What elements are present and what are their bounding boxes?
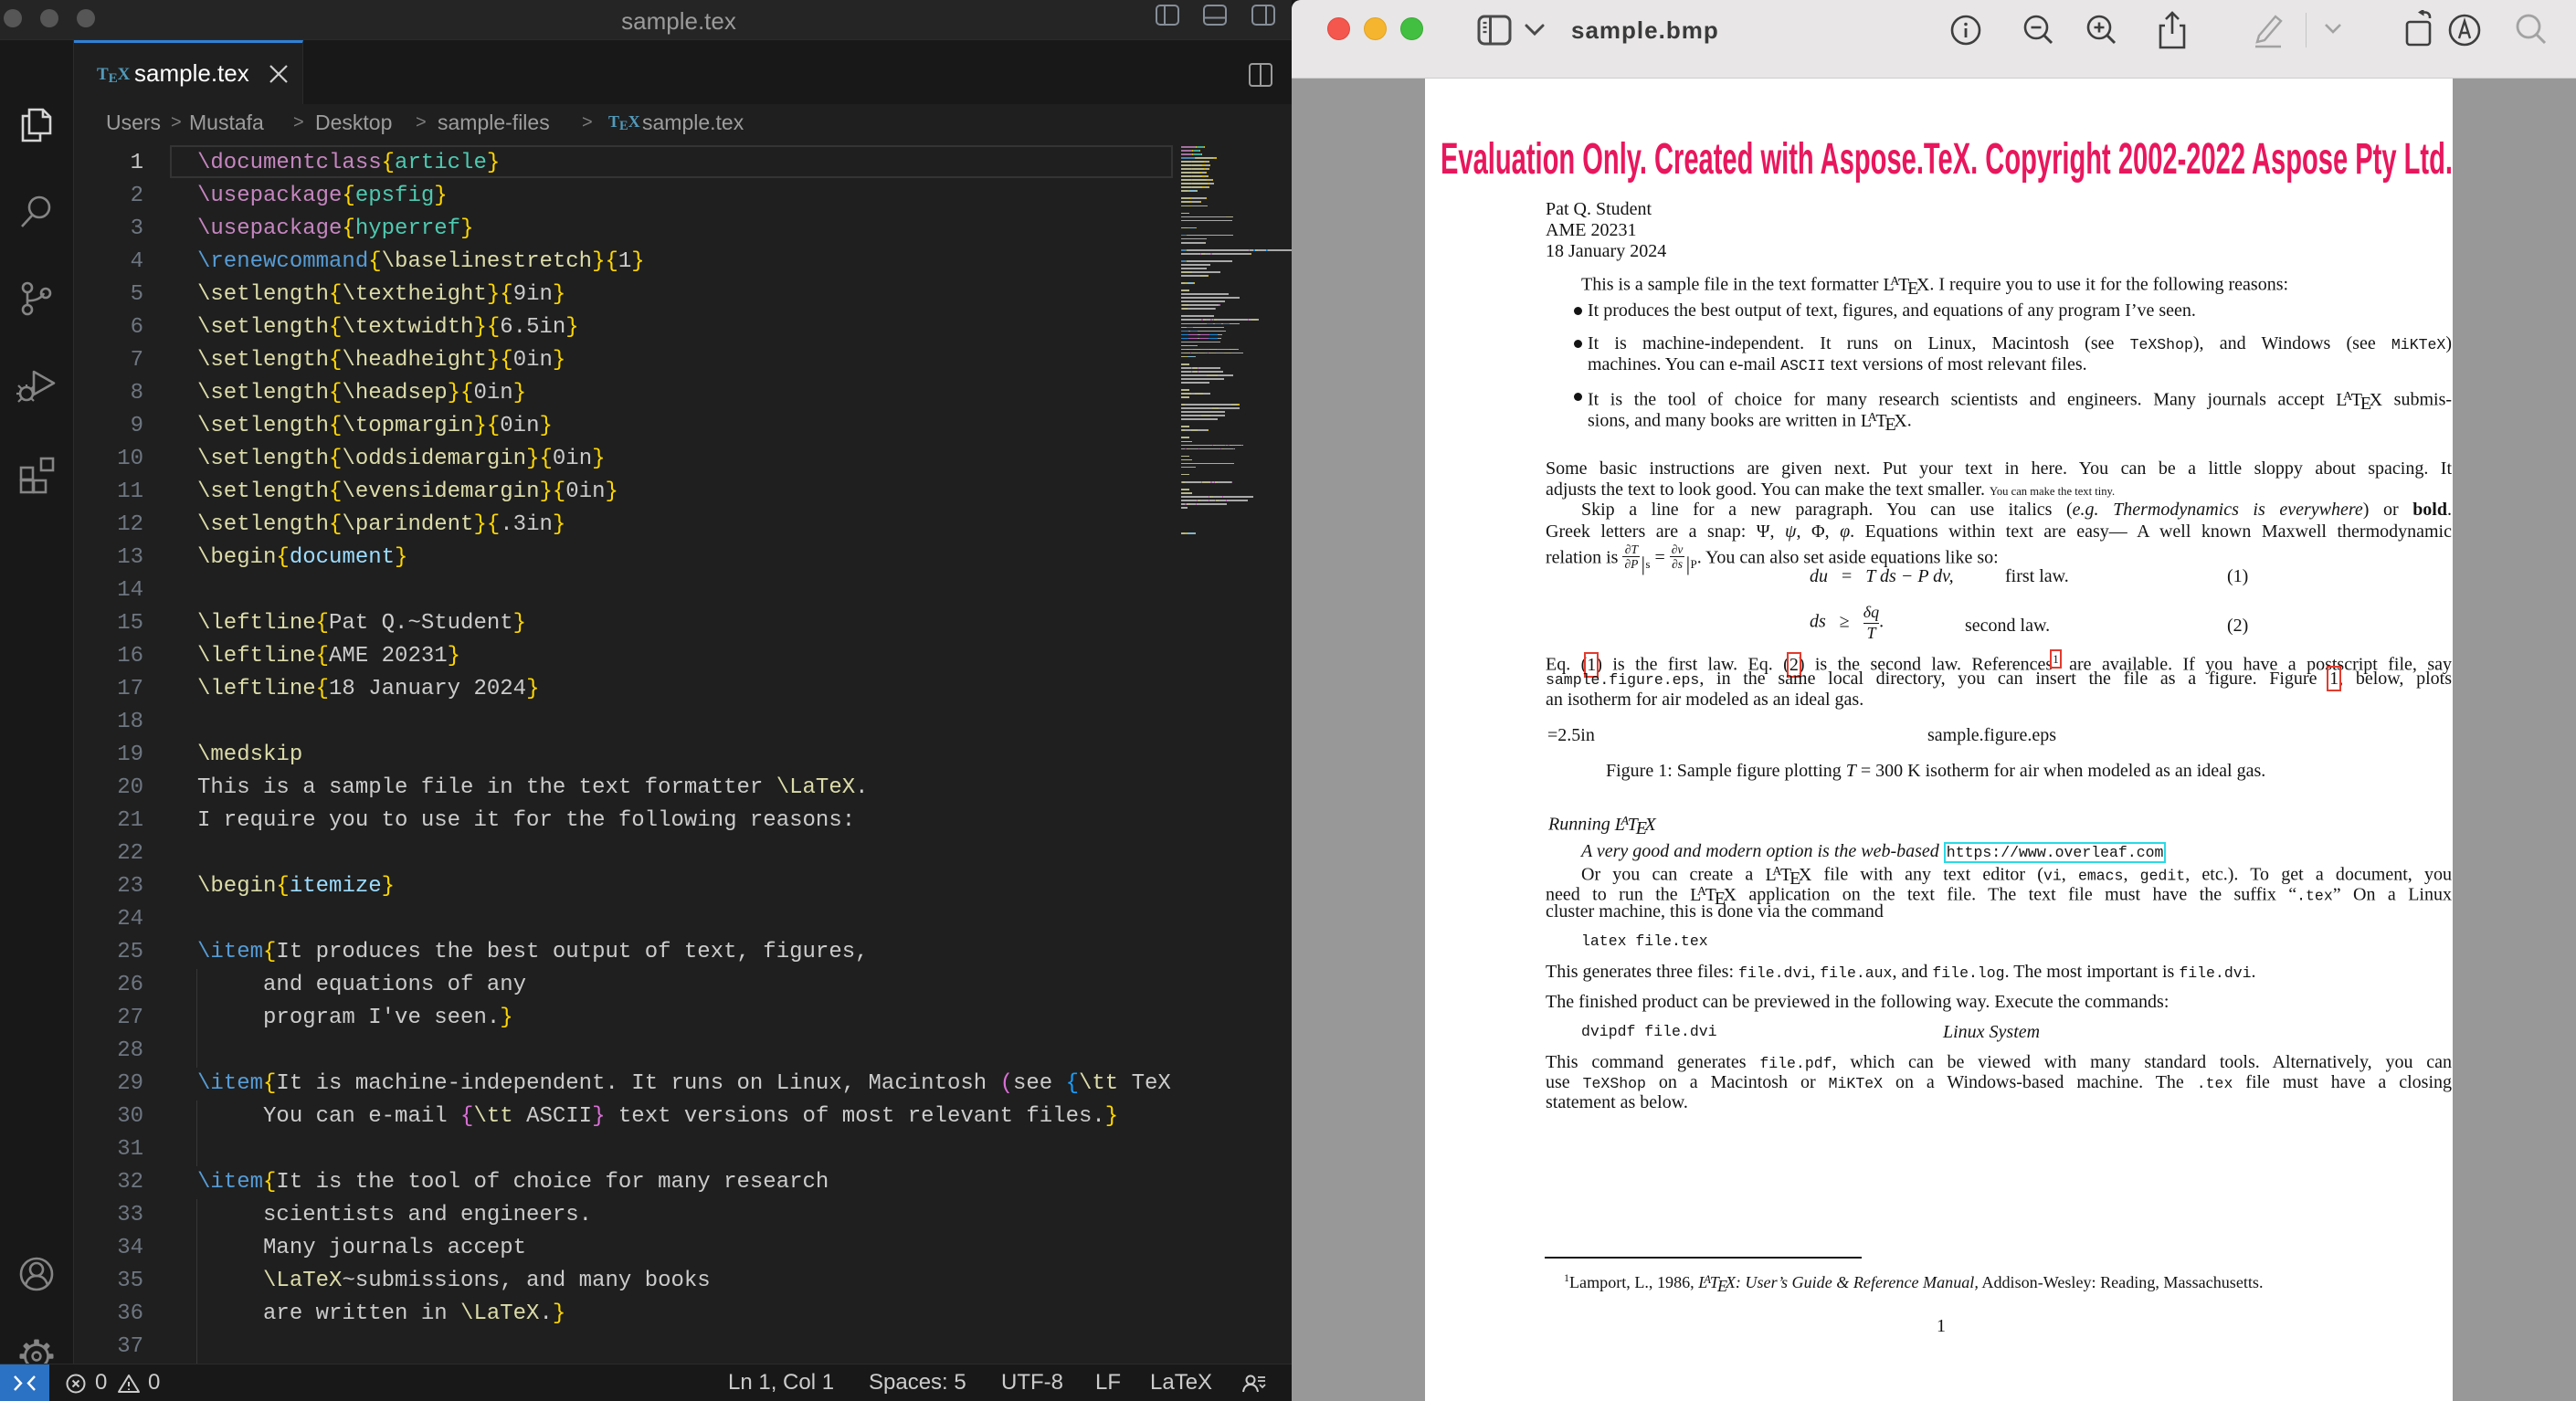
svg-text:Evaluation Only. Created with: Evaluation Only. Created with Aspose.TeX… (1441, 135, 2453, 184)
